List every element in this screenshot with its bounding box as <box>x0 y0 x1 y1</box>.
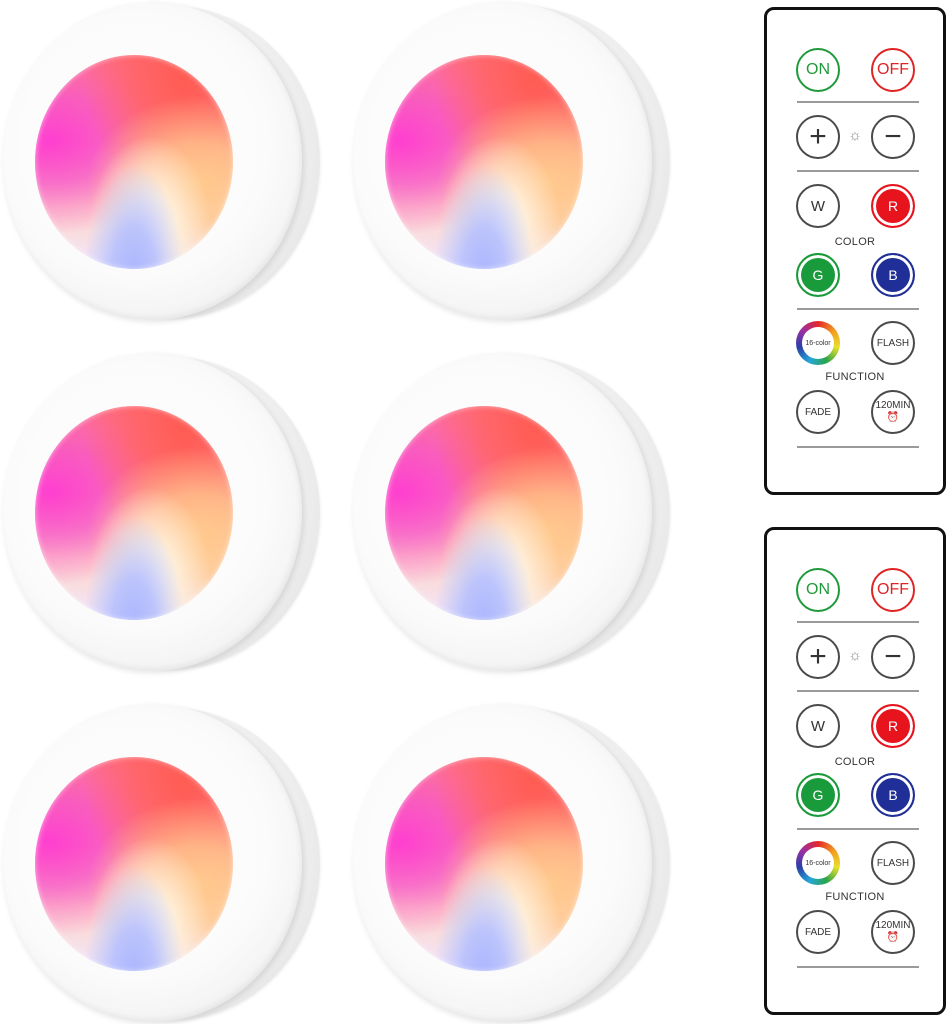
divider <box>797 828 919 830</box>
remote-control: ON OFF + ☼ − W R COLOR G B 16-color FLAS… <box>764 527 946 1015</box>
white-button[interactable]: W <box>796 704 840 748</box>
puck-light-lens <box>385 55 583 269</box>
color-section-label: COLOR <box>834 756 876 768</box>
brightness-icon: ☼ <box>848 127 862 144</box>
sixteen-color-label: 16-color <box>802 847 834 879</box>
off-button[interactable]: OFF <box>871 48 915 92</box>
divider <box>797 621 919 623</box>
brightness-up-button[interactable]: + <box>796 635 840 679</box>
flash-button[interactable]: FLASH <box>871 841 915 885</box>
fade-button[interactable]: FADE <box>796 390 840 434</box>
sixteen-color-label: 16-color <box>802 327 834 359</box>
brightness-icon: ☼ <box>848 647 862 664</box>
puck-light-lens <box>35 406 233 620</box>
on-button[interactable]: ON <box>796 568 840 612</box>
blue-button[interactable]: B <box>871 253 915 297</box>
brightness-down-button[interactable]: − <box>871 635 915 679</box>
sixteen-color-button[interactable]: 16-color <box>796 841 840 885</box>
puck-light <box>2 2 322 320</box>
divider <box>797 966 919 968</box>
puck-light <box>352 353 672 671</box>
puck-light <box>352 2 672 320</box>
alarm-clock-icon: ⏰ <box>886 412 900 423</box>
blue-button[interactable]: B <box>871 773 915 817</box>
timer-label: 120MIN <box>875 400 911 411</box>
puck-light-lens <box>385 757 583 971</box>
green-button[interactable]: G <box>796 253 840 297</box>
divider <box>797 446 919 448</box>
remote-control: ON OFF + ☼ − W R COLOR G B 16-color FLAS… <box>764 7 946 495</box>
puck-light <box>352 704 672 1022</box>
divider <box>797 308 919 310</box>
off-button[interactable]: OFF <box>871 568 915 612</box>
divider <box>797 101 919 103</box>
puck-light-lens <box>35 757 233 971</box>
on-button[interactable]: ON <box>796 48 840 92</box>
timer-button[interactable]: 120MIN ⏰ <box>871 910 915 954</box>
sixteen-color-button[interactable]: 16-color <box>796 321 840 365</box>
alarm-clock-icon: ⏰ <box>886 932 900 943</box>
red-button[interactable]: R <box>871 704 915 748</box>
fade-button[interactable]: FADE <box>796 910 840 954</box>
timer-label: 120MIN <box>875 920 911 931</box>
divider <box>797 690 919 692</box>
puck-light-lens <box>385 406 583 620</box>
function-section-label: FUNCTION <box>825 371 885 383</box>
timer-button[interactable]: 120MIN ⏰ <box>871 390 915 434</box>
flash-button[interactable]: FLASH <box>871 321 915 365</box>
brightness-up-button[interactable]: + <box>796 115 840 159</box>
green-button[interactable]: G <box>796 773 840 817</box>
brightness-down-button[interactable]: − <box>871 115 915 159</box>
puck-light <box>2 353 322 671</box>
color-section-label: COLOR <box>834 236 876 248</box>
function-section-label: FUNCTION <box>825 891 885 903</box>
white-button[interactable]: W <box>796 184 840 228</box>
divider <box>797 170 919 172</box>
red-button[interactable]: R <box>871 184 915 228</box>
puck-light-lens <box>35 55 233 269</box>
puck-light <box>2 704 322 1022</box>
